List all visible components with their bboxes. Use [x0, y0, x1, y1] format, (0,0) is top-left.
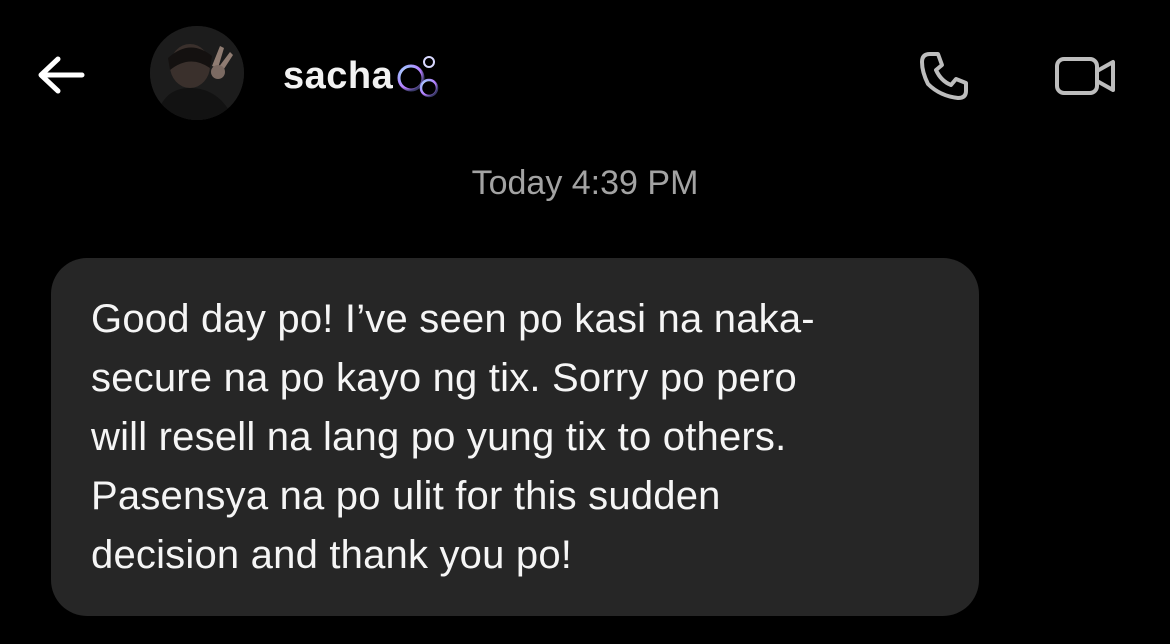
bubbles-icon: [397, 56, 439, 98]
message-timestamp: Today 4:39 PM: [471, 164, 699, 202]
phone-icon: [920, 52, 968, 100]
arrow-left-icon: [38, 56, 85, 94]
chat-header: sacha: [0, 0, 1170, 150]
message-text: Good day po! I’ve seen po kasi na naka- …: [91, 297, 815, 577]
contact-info[interactable]: sacha: [283, 44, 449, 108]
profile-photo: [150, 26, 244, 120]
back-button[interactable]: [30, 50, 90, 100]
voice-call-button[interactable]: [912, 48, 976, 104]
video-camera-icon: [1055, 57, 1115, 95]
avatar[interactable]: [150, 26, 244, 120]
message-bubble[interactable]: Good day po! I’ve seen po kasi na naka- …: [51, 258, 979, 616]
contact-name: sacha: [283, 54, 394, 97]
video-call-button[interactable]: [1050, 48, 1122, 104]
